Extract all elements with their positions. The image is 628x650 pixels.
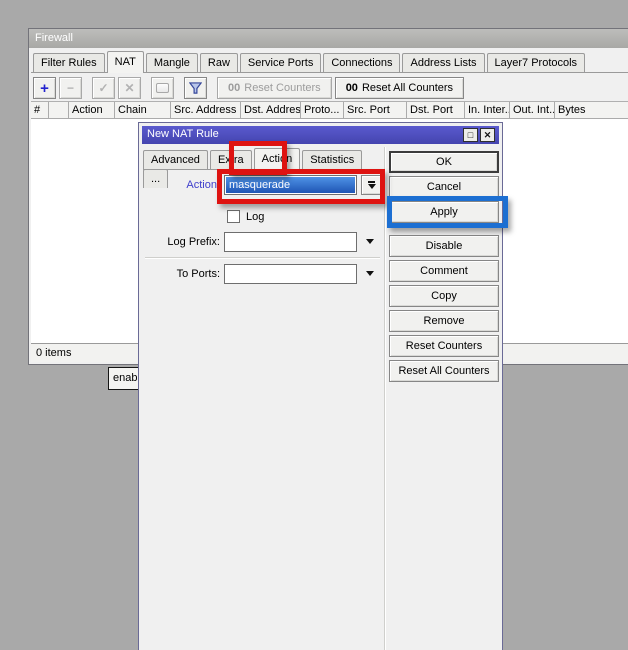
tooltip-text: enab xyxy=(113,372,137,384)
column-header-number[interactable]: # xyxy=(31,102,49,119)
log-prefix-label: Log Prefix: xyxy=(144,236,220,248)
column-header-chain[interactable]: Chain xyxy=(115,102,171,119)
tab-connections[interactable]: Connections xyxy=(323,53,400,72)
firewall-toolbar: + − ✓ ✕ 00 xyxy=(31,75,628,101)
dialog-titlebar[interactable]: New NAT Rule □ ✕ xyxy=(142,126,499,144)
log-checkbox[interactable] xyxy=(227,210,240,223)
minus-icon: − xyxy=(67,81,74,95)
reset-counters-button[interactable]: 00 Reset Counters xyxy=(217,77,332,99)
cross-icon: ✕ xyxy=(124,81,134,95)
reset-all-counters-label: Reset All Counters xyxy=(362,82,453,94)
column-header-dst-address[interactable]: Dst. Address xyxy=(241,102,301,119)
column-header-out-interface[interactable]: Out. Int... xyxy=(510,102,555,119)
maximize-icon: □ xyxy=(468,131,473,140)
reset-all-counters-button[interactable]: Reset All Counters xyxy=(389,360,499,382)
close-button[interactable]: ✕ xyxy=(480,128,495,142)
ok-button[interactable]: OK xyxy=(389,151,499,173)
action-field-label: Action: xyxy=(144,179,220,191)
tab-filter-rules[interactable]: Filter Rules xyxy=(33,53,105,72)
maximize-button[interactable]: □ xyxy=(463,128,478,142)
checkmark-icon: ✓ xyxy=(98,81,108,95)
reset-counters-label: Reset Counters xyxy=(244,82,320,94)
add-button[interactable]: + xyxy=(33,77,56,99)
comment-button[interactable] xyxy=(151,77,174,99)
reset-all-counters-button[interactable]: 00 Reset All Counters xyxy=(335,77,464,99)
log-prefix-input[interactable] xyxy=(224,232,357,252)
column-header-icon[interactable] xyxy=(49,102,69,119)
tab-mangle[interactable]: Mangle xyxy=(146,53,198,72)
tab-layer7-protocols[interactable]: Layer7 Protocols xyxy=(487,53,586,72)
tab-service-ports[interactable]: Service Ports xyxy=(240,53,321,72)
dialog-title: New NAT Rule xyxy=(147,128,219,140)
enable-button[interactable]: ✓ xyxy=(92,77,115,99)
chevron-down-icon xyxy=(366,239,374,244)
close-icon: ✕ xyxy=(484,131,492,140)
funnel-icon xyxy=(189,82,202,95)
red-highlight-action-dropdown xyxy=(217,169,385,204)
column-header-protocol[interactable]: Proto... xyxy=(301,102,344,119)
section-divider xyxy=(145,257,380,259)
counter-icon: 00 xyxy=(346,82,358,94)
to-ports-dropdown-arrow[interactable] xyxy=(363,271,377,276)
table-header-row: # Action Chain Src. Address Dst. Address… xyxy=(31,101,628,119)
to-ports-label: To Ports: xyxy=(144,268,220,280)
column-header-bytes[interactable]: Bytes xyxy=(555,102,628,119)
remove-button[interactable]: Remove xyxy=(389,310,499,332)
column-header-action[interactable]: Action xyxy=(69,102,115,119)
chevron-down-icon xyxy=(366,271,374,276)
items-count: 0 items xyxy=(36,347,71,359)
column-header-src-port[interactable]: Src. Port xyxy=(344,102,407,119)
vertical-divider xyxy=(384,147,386,650)
plus-icon: + xyxy=(40,81,49,96)
disable-button[interactable]: ✕ xyxy=(118,77,141,99)
column-header-in-interface[interactable]: In. Inter... xyxy=(465,102,510,119)
column-header-dst-port[interactable]: Dst. Port xyxy=(407,102,465,119)
counter-icon: 00 xyxy=(228,82,240,94)
tab-statistics[interactable]: Statistics xyxy=(302,150,362,169)
reset-counters-button[interactable]: Reset Counters xyxy=(389,335,499,357)
cancel-button[interactable]: Cancel xyxy=(389,176,499,198)
remove-button[interactable]: − xyxy=(59,77,82,99)
column-header-src-address[interactable]: Src. Address xyxy=(171,102,241,119)
comment-icon xyxy=(156,83,169,93)
tab-raw[interactable]: Raw xyxy=(200,53,238,72)
window-title: Firewall xyxy=(35,32,73,44)
filter-button[interactable] xyxy=(184,77,207,99)
tooltip: enab xyxy=(108,367,142,390)
log-checkbox-label: Log xyxy=(246,211,264,223)
firewall-tab-strip: Filter RulesNATMangleRawService PortsCon… xyxy=(31,50,628,73)
tab-advanced[interactable]: Advanced xyxy=(143,150,208,169)
tab-address-lists[interactable]: Address Lists xyxy=(402,53,484,72)
firewall-window-titlebar[interactable]: Firewall xyxy=(29,29,628,48)
comment-button[interactable]: Comment xyxy=(389,260,499,282)
disable-button[interactable]: Disable xyxy=(389,235,499,257)
tab-nat[interactable]: NAT xyxy=(107,51,144,73)
to-ports-input[interactable] xyxy=(224,264,357,284)
log-prefix-dropdown-arrow[interactable] xyxy=(363,239,377,244)
copy-button[interactable]: Copy xyxy=(389,285,499,307)
desktop: Firewall Filter RulesNATMangleRawService… xyxy=(0,0,628,650)
blue-highlight-apply-button xyxy=(387,196,508,228)
